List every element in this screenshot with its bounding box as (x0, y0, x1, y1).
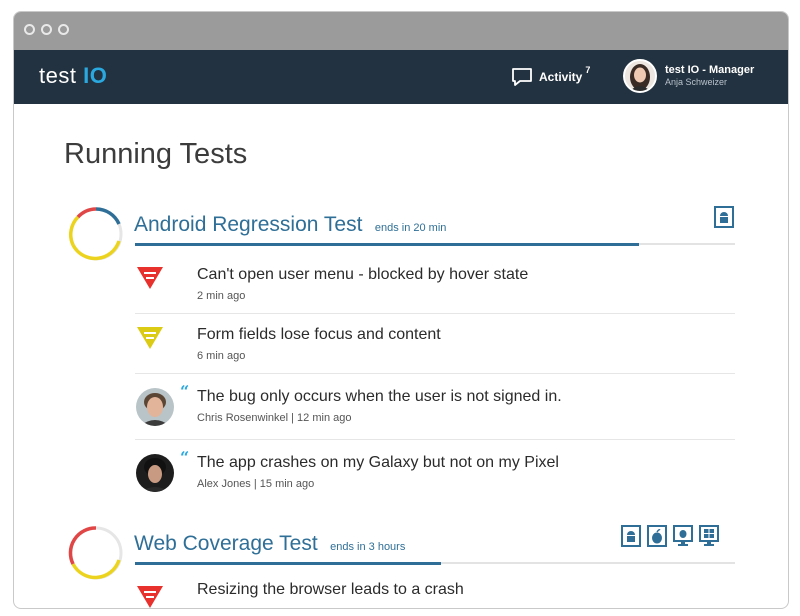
test-ends: ends in 3 hours (330, 541, 406, 553)
item-title: The bug only occurs when the user is not… (197, 388, 562, 405)
critical-severity-icon (137, 267, 163, 289)
window-close-dot[interactable] (24, 24, 35, 35)
test-title[interactable]: Android Regression Test ends in 20 min (134, 213, 446, 237)
test-title[interactable]: Web Coverage Test ends in 3 hours (134, 532, 405, 556)
platform-icons (621, 525, 719, 547)
user-name: Anja Schweizer (665, 77, 728, 87)
user-avatar-image (625, 61, 655, 91)
platform-icons (714, 206, 734, 228)
item-title: Resizing the browser leads to a crash (197, 581, 464, 598)
windows-icon[interactable] (699, 525, 719, 547)
item-title: The app crashes on my Galaxy but not on … (197, 454, 559, 471)
item-title: Form fields lose focus and content (197, 326, 441, 343)
testio-logo[interactable]: test IO (39, 63, 107, 89)
item-meta: 2 min ago (197, 290, 246, 302)
test-progress-fill (135, 243, 639, 246)
android-icon[interactable] (714, 206, 734, 228)
critical-severity-icon (137, 586, 163, 608)
user-menu[interactable]: test IO - Manager Anja Schweizer (623, 59, 754, 93)
user-role: test IO - Manager (665, 64, 755, 76)
logo-accent: IO (83, 63, 108, 88)
test-progress-ring (69, 207, 123, 261)
window-maximize-dot[interactable] (58, 24, 69, 35)
high-severity-icon (137, 327, 163, 349)
window-titlebar (14, 12, 788, 50)
quote-icon: “ (180, 382, 190, 401)
test-progress-ring (68, 526, 123, 580)
list-item[interactable]: “ The bug only occurs when the user is n… (135, 374, 735, 440)
activity-label: Activity (539, 70, 583, 84)
test-card: Web Coverage Test ends in 3 hours Resizi… (14, 525, 788, 608)
test-ends: ends in 20 min (374, 222, 447, 234)
test-name: Web Coverage Test (134, 532, 318, 555)
item-meta: Alex Jones | 15 min ago (197, 478, 315, 490)
test-progress-fill (135, 562, 441, 565)
commenter-avatar (136, 388, 174, 426)
browser-window: test IO Activity 7 test IO - Manager Anj… (13, 11, 789, 609)
item-title: Can't open user menu - blocked by hover … (197, 266, 529, 283)
activity-button[interactable]: Activity 7 (511, 65, 590, 89)
logo-text: test (39, 63, 77, 88)
test-name: Android Regression Test (134, 213, 363, 236)
main-content: Running Tests Android Regression Test en… (14, 104, 788, 608)
top-navbar: test IO Activity 7 test IO - Manager Anj… (14, 50, 788, 104)
list-item[interactable]: Can't open user menu - blocked by hover … (135, 254, 735, 314)
item-meta: 6 min ago (197, 350, 246, 362)
ios-icon[interactable] (647, 525, 667, 547)
test-progress-track (135, 562, 735, 565)
test-card: Android Regression Test ends in 20 min C… (14, 206, 788, 496)
quote-icon: “ (180, 448, 190, 467)
window-minimize-dot[interactable] (41, 24, 52, 35)
list-item[interactable]: Form fields lose focus and content 6 min… (135, 314, 735, 374)
item-meta: Chris Rosenwinkel | 12 min ago (197, 412, 352, 424)
mac-icon[interactable] (673, 525, 693, 547)
commenter-avatar (136, 454, 174, 492)
android-icon[interactable] (621, 525, 641, 547)
page-title: Running Tests (64, 138, 248, 170)
speech-bubble-icon (512, 68, 532, 86)
activity-count-badge: 7 (585, 65, 591, 75)
list-item[interactable]: Resizing the browser leads to a crash (135, 573, 735, 608)
user-avatar (623, 59, 657, 93)
test-progress-track (135, 243, 735, 246)
list-item[interactable]: “ The app crashes on my Galaxy but not o… (135, 440, 735, 496)
